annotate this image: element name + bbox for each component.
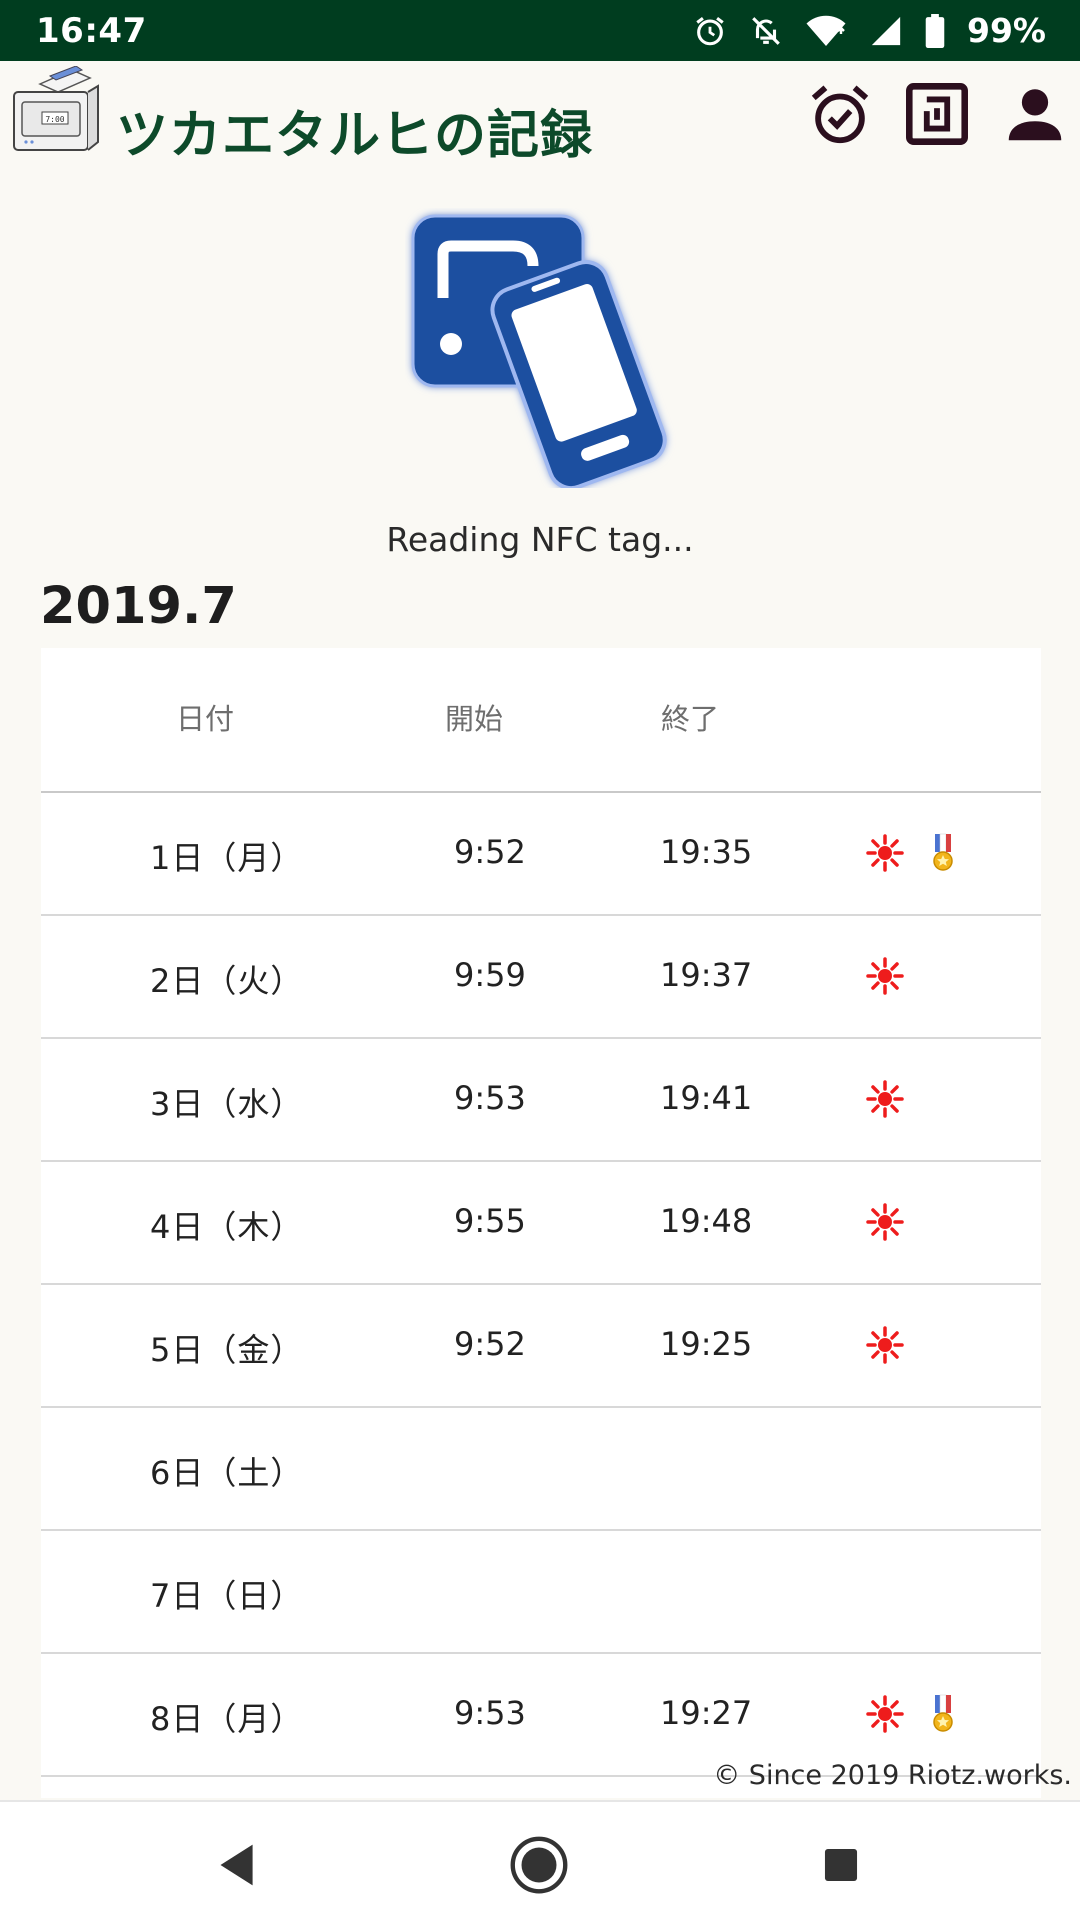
sun-icon <box>866 1203 904 1241</box>
row-date: 6日（土） <box>150 1454 304 1492</box>
recents-icon <box>824 1848 858 1882</box>
signal-icon <box>871 16 901 45</box>
row-date: 5日（金） <box>150 1331 304 1369</box>
alarm-icon <box>696 16 724 45</box>
row-date: 2日（火） <box>150 962 304 1000</box>
records-table: 日付 開始 終了 1日（月） 9:52 19:35 2日（火） 9:59 19:37 3日（… <box>41 648 1041 1798</box>
table-row[interactable]: 1日（月） 9:52 19:35 <box>41 793 1041 916</box>
sun-icon <box>866 1695 904 1733</box>
row-status-icons <box>865 956 905 996</box>
row-end-time: 19:27 <box>660 1694 753 1732</box>
table-row[interactable]: 6日（土） <box>41 1408 1041 1531</box>
navigation-bar <box>0 1800 1080 1922</box>
nav-recents-button[interactable] <box>806 1830 876 1900</box>
header-date: 日付 <box>176 702 235 736</box>
table-body: 1日（月） 9:52 19:35 2日（火） 9:59 19:37 3日（水） 9:53 19:… <box>41 793 1041 1777</box>
sun-icon <box>866 957 904 995</box>
row-status-icons <box>865 1694 963 1734</box>
row-end-time: 19:41 <box>660 1079 753 1117</box>
nfc-status-text: Reading NFC tag... <box>386 520 694 559</box>
app-title: ツカエタルヒの記録 <box>116 106 594 166</box>
sun-icon <box>866 1326 904 1364</box>
nfc-reading-illustration <box>411 214 667 488</box>
row-start-time: 9:52 <box>454 1325 526 1363</box>
table-header: 日付 開始 終了 <box>41 648 1041 793</box>
table-row[interactable]: 8日（月） 9:53 19:27 <box>41 1654 1041 1777</box>
header-start: 開始 <box>445 702 504 736</box>
row-start-time: 9:55 <box>454 1202 526 1240</box>
row-start-time: 9:59 <box>454 956 526 994</box>
header-end: 終了 <box>661 702 720 736</box>
row-status-icons <box>865 1325 905 1365</box>
row-start-time: 9:53 <box>454 1694 526 1732</box>
status-icons: 99% <box>693 11 1046 50</box>
time-clock-logo: 7:00 <box>13 66 99 151</box>
sun-icon <box>866 1080 904 1118</box>
medal-icon <box>933 1694 953 1732</box>
back-icon <box>220 1844 253 1886</box>
row-start-time: 9:52 <box>454 833 526 871</box>
status-time: 16:47 <box>36 10 147 51</box>
table-row[interactable]: 5日（金） 9:52 19:25 <box>41 1285 1041 1408</box>
alarm-check-button[interactable] <box>805 79 875 149</box>
table-row[interactable]: 2日（火） 9:59 19:37 <box>41 916 1041 1039</box>
table-row[interactable]: 3日（水） 9:53 19:41 <box>41 1039 1041 1162</box>
month-heading: 2019.7 <box>40 577 237 636</box>
table-row[interactable]: 4日（木） 9:55 19:48 <box>41 1162 1041 1285</box>
row-end-time: 19:37 <box>660 956 753 994</box>
alarm-check-icon <box>811 85 869 144</box>
row-end-time: 19:25 <box>660 1325 753 1363</box>
table-row[interactable]: 7日（日） <box>41 1531 1041 1654</box>
status-bar: 16:47 99% <box>0 0 1080 61</box>
row-date: 1日（月） <box>150 839 304 877</box>
nav-home-button[interactable] <box>504 1830 574 1900</box>
copyright-text: © Since 2019 Riotz.works. <box>713 1760 1072 1791</box>
wifi-icon <box>806 15 846 46</box>
row-start-time: 9:53 <box>454 1079 526 1117</box>
row-status-icons <box>865 1079 905 1119</box>
row-date: 7日（日） <box>150 1577 304 1615</box>
home-icon <box>510 1836 568 1894</box>
row-status-icons <box>865 1202 905 1242</box>
battery-percentage: 99% <box>967 11 1046 50</box>
medal-icon <box>933 833 953 871</box>
sun-icon <box>866 834 904 872</box>
account-button[interactable] <box>1000 79 1070 149</box>
svg-text:7:00: 7:00 <box>45 115 64 124</box>
nav-back-button[interactable] <box>203 1830 273 1900</box>
row-end-time: 19:48 <box>660 1202 753 1240</box>
notifications-off-icon <box>752 16 780 45</box>
nfc-button[interactable] <box>902 79 972 149</box>
account-icon <box>1008 89 1062 141</box>
row-end-time: 19:35 <box>660 833 753 871</box>
row-date: 8日（月） <box>150 1700 304 1738</box>
row-status-icons <box>865 833 963 873</box>
row-date: 3日（水） <box>150 1085 304 1123</box>
battery-icon <box>925 13 945 48</box>
row-date: 4日（木） <box>150 1208 304 1246</box>
app-bar: 7:00 ツカエタルヒの記録 <box>0 61 1080 181</box>
nfc-icon <box>906 83 968 145</box>
